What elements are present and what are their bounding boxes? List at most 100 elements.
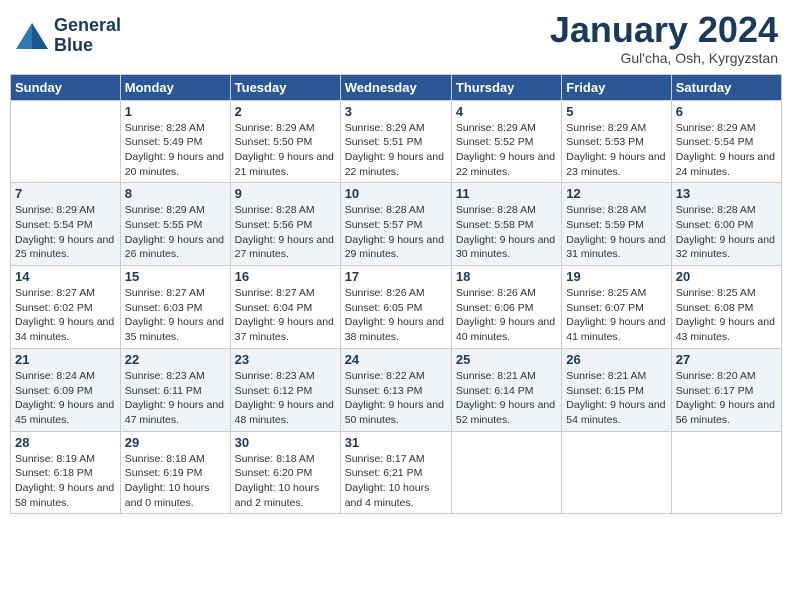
day-info: Sunrise: 8:29 AMSunset: 5:52 PMDaylight:…	[456, 121, 557, 180]
day-number: 22	[125, 352, 226, 367]
day-info: Sunrise: 8:28 AMSunset: 6:00 PMDaylight:…	[676, 203, 777, 262]
calendar-week-row: 7 Sunrise: 8:29 AMSunset: 5:54 PMDaylight…	[11, 183, 782, 266]
day-number: 12	[566, 186, 666, 201]
day-info: Sunrise: 8:27 AMSunset: 6:03 PMDaylight:…	[125, 286, 226, 345]
logo-icon	[14, 21, 50, 51]
calendar-week-row: 28 Sunrise: 8:19 AMSunset: 6:18 PMDayligh…	[11, 431, 782, 514]
day-number: 9	[235, 186, 336, 201]
day-number: 29	[125, 435, 226, 450]
header-saturday: Saturday	[671, 74, 781, 100]
day-info: Sunrise: 8:23 AMSunset: 6:12 PMDaylight:…	[235, 369, 336, 428]
day-info: Sunrise: 8:25 AMSunset: 6:08 PMDaylight:…	[676, 286, 777, 345]
day-info: Sunrise: 8:19 AMSunset: 6:18 PMDaylight:…	[15, 452, 116, 511]
table-row: 9 Sunrise: 8:28 AMSunset: 5:56 PMDaylight…	[230, 183, 340, 266]
calendar-week-row: 14Sunrise: 8:27 AMSunset: 6:02 PMDayligh…	[11, 266, 782, 349]
table-row: 27 Sunrise: 8:20 AMSunset: 6:17 PMDayligh…	[671, 348, 781, 431]
table-row: 14Sunrise: 8:27 AMSunset: 6:02 PMDayligh…	[11, 266, 121, 349]
table-row: 19 Sunrise: 8:25 AMSunset: 6:07 PMDayligh…	[562, 266, 671, 349]
calendar-week-row: 1Sunrise: 8:28 AMSunset: 5:49 PMDaylight…	[11, 100, 782, 183]
table-row: 22 Sunrise: 8:23 AMSunset: 6:11 PMDayligh…	[120, 348, 230, 431]
day-info: Sunrise: 8:29 AMSunset: 5:54 PMDaylight:…	[15, 203, 116, 262]
table-row	[671, 431, 781, 514]
day-number: 3	[345, 104, 447, 119]
table-row: 26 Sunrise: 8:21 AMSunset: 6:15 PMDayligh…	[562, 348, 671, 431]
logo: General Blue	[14, 16, 121, 56]
day-info: Sunrise: 8:26 AMSunset: 6:05 PMDaylight:…	[345, 286, 447, 345]
day-number: 10	[345, 186, 447, 201]
day-info: Sunrise: 8:28 AMSunset: 5:57 PMDaylight:…	[345, 203, 447, 262]
day-number: 30	[235, 435, 336, 450]
day-number: 24	[345, 352, 447, 367]
day-info: Sunrise: 8:26 AMSunset: 6:06 PMDaylight:…	[456, 286, 557, 345]
header-sunday: Sunday	[11, 74, 121, 100]
day-info: Sunrise: 8:28 AMSunset: 5:56 PMDaylight:…	[235, 203, 336, 262]
day-info: Sunrise: 8:18 AMSunset: 6:20 PMDaylight:…	[235, 452, 336, 511]
day-number: 16	[235, 269, 336, 284]
day-number: 25	[456, 352, 557, 367]
table-row: 23 Sunrise: 8:23 AMSunset: 6:12 PMDayligh…	[230, 348, 340, 431]
location-subtitle: Gul'cha, Osh, Kyrgyzstan	[550, 50, 778, 66]
table-row: 17 Sunrise: 8:26 AMSunset: 6:05 PMDayligh…	[340, 266, 451, 349]
day-number: 23	[235, 352, 336, 367]
day-number: 13	[676, 186, 777, 201]
title-block: January 2024 Gul'cha, Osh, Kyrgyzstan	[550, 10, 778, 66]
day-info: Sunrise: 8:29 AMSunset: 5:54 PMDaylight:…	[676, 121, 777, 180]
day-number: 19	[566, 269, 666, 284]
table-row	[11, 100, 121, 183]
day-info: Sunrise: 8:22 AMSunset: 6:13 PMDaylight:…	[345, 369, 447, 428]
day-number: 28	[15, 435, 116, 450]
day-number: 18	[456, 269, 557, 284]
header-tuesday: Tuesday	[230, 74, 340, 100]
table-row: 12 Sunrise: 8:28 AMSunset: 5:59 PMDayligh…	[562, 183, 671, 266]
day-number: 26	[566, 352, 666, 367]
day-info: Sunrise: 8:29 AMSunset: 5:53 PMDaylight:…	[566, 121, 666, 180]
day-number: 21	[15, 352, 116, 367]
table-row: 28 Sunrise: 8:19 AMSunset: 6:18 PMDayligh…	[11, 431, 121, 514]
table-row: 8 Sunrise: 8:29 AMSunset: 5:55 PMDaylight…	[120, 183, 230, 266]
day-info: Sunrise: 8:28 AMSunset: 5:59 PMDaylight:…	[566, 203, 666, 262]
table-row: 10 Sunrise: 8:28 AMSunset: 5:57 PMDayligh…	[340, 183, 451, 266]
day-info: Sunrise: 8:23 AMSunset: 6:11 PMDaylight:…	[125, 369, 226, 428]
table-row: 29 Sunrise: 8:18 AMSunset: 6:19 PMDayligh…	[120, 431, 230, 514]
day-info: Sunrise: 8:25 AMSunset: 6:07 PMDaylight:…	[566, 286, 666, 345]
day-info: Sunrise: 8:27 AMSunset: 6:04 PMDaylight:…	[235, 286, 336, 345]
day-info: Sunrise: 8:28 AMSunset: 5:58 PMDaylight:…	[456, 203, 557, 262]
day-number: 17	[345, 269, 447, 284]
day-number: 20	[676, 269, 777, 284]
day-number: 6	[676, 104, 777, 119]
table-row: 18 Sunrise: 8:26 AMSunset: 6:06 PMDayligh…	[451, 266, 561, 349]
logo-text: General Blue	[54, 16, 121, 56]
table-row: 4 Sunrise: 8:29 AMSunset: 5:52 PMDaylight…	[451, 100, 561, 183]
day-number: 4	[456, 104, 557, 119]
day-number: 1	[125, 104, 226, 119]
table-row: 25 Sunrise: 8:21 AMSunset: 6:14 PMDayligh…	[451, 348, 561, 431]
table-row: 5 Sunrise: 8:29 AMSunset: 5:53 PMDaylight…	[562, 100, 671, 183]
table-row: 15 Sunrise: 8:27 AMSunset: 6:03 PMDayligh…	[120, 266, 230, 349]
table-row: 1Sunrise: 8:28 AMSunset: 5:49 PMDaylight…	[120, 100, 230, 183]
table-row: 30 Sunrise: 8:18 AMSunset: 6:20 PMDayligh…	[230, 431, 340, 514]
day-number: 15	[125, 269, 226, 284]
table-row	[451, 431, 561, 514]
day-info: Sunrise: 8:29 AMSunset: 5:50 PMDaylight:…	[235, 121, 336, 180]
day-number: 14	[15, 269, 116, 284]
day-number: 31	[345, 435, 447, 450]
table-row: 31Sunrise: 8:17 AMSunset: 6:21 PMDayligh…	[340, 431, 451, 514]
month-title: January 2024	[550, 10, 778, 50]
header-thursday: Thursday	[451, 74, 561, 100]
day-info: Sunrise: 8:18 AMSunset: 6:19 PMDaylight:…	[125, 452, 226, 511]
day-info: Sunrise: 8:29 AMSunset: 5:51 PMDaylight:…	[345, 121, 447, 180]
day-info: Sunrise: 8:21 AMSunset: 6:15 PMDaylight:…	[566, 369, 666, 428]
table-row: 2Sunrise: 8:29 AMSunset: 5:50 PMDaylight…	[230, 100, 340, 183]
header-friday: Friday	[562, 74, 671, 100]
day-number: 7	[15, 186, 116, 201]
page-header: General Blue January 2024 Gul'cha, Osh, …	[10, 10, 782, 66]
table-row	[562, 431, 671, 514]
calendar-table: Sunday Monday Tuesday Wednesday Thursday…	[10, 74, 782, 515]
day-number: 27	[676, 352, 777, 367]
header-monday: Monday	[120, 74, 230, 100]
day-info: Sunrise: 8:29 AMSunset: 5:55 PMDaylight:…	[125, 203, 226, 262]
day-info: Sunrise: 8:21 AMSunset: 6:14 PMDaylight:…	[456, 369, 557, 428]
day-number: 8	[125, 186, 226, 201]
day-number: 5	[566, 104, 666, 119]
day-info: Sunrise: 8:20 AMSunset: 6:17 PMDaylight:…	[676, 369, 777, 428]
